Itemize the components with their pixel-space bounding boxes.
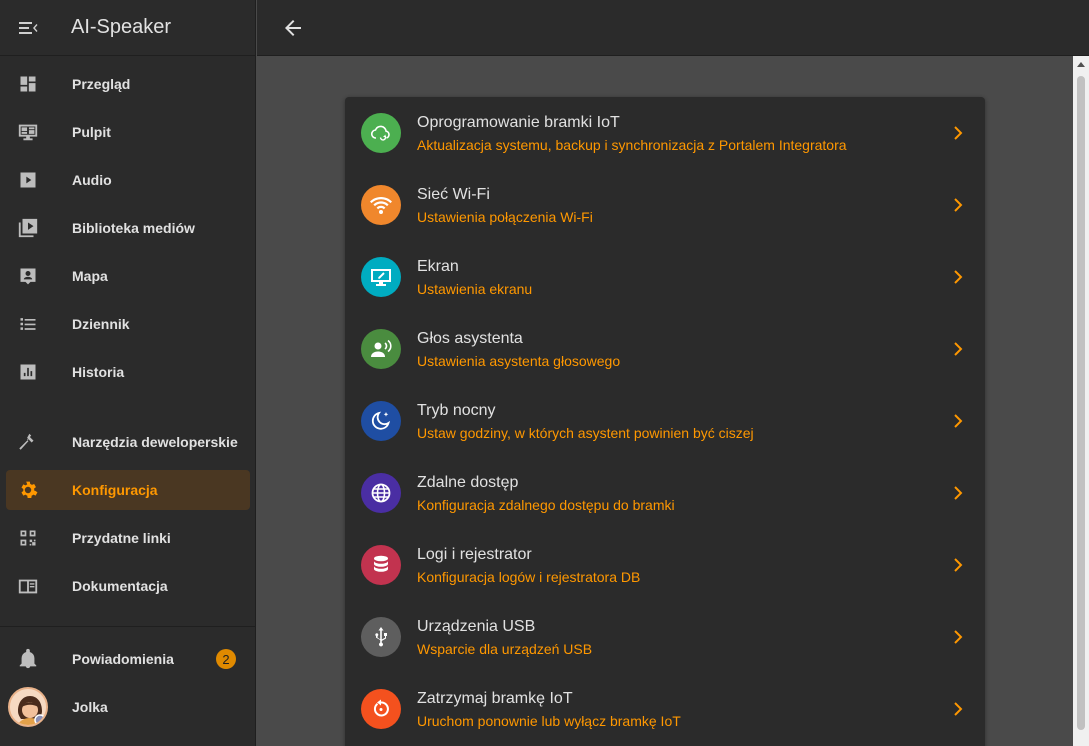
settings-row-tryb-nocny[interactable]: Tryb nocny Ustaw godziny, w których asys… xyxy=(345,385,985,457)
settings-row-oprogramowanie[interactable]: Oprogramowanie bramki IoT Aktualizacja s… xyxy=(345,97,985,169)
user-name: Jolka xyxy=(72,699,108,715)
play-box-icon xyxy=(16,168,40,192)
sidebar-item-label: Przydatne linki xyxy=(72,530,171,546)
row-subtitle: Konfiguracja zdalnego dostępu do bramki xyxy=(417,497,675,513)
sidebar-item-przeglad[interactable]: Przegląd xyxy=(0,64,256,104)
database-icon xyxy=(361,545,401,585)
chevron-right-icon xyxy=(954,270,963,284)
settings-row-wifi[interactable]: Sieć Wi-Fi Ustawienia połączenia Wi-Fi xyxy=(345,169,985,241)
row-subtitle: Ustawienia asystenta głosowego xyxy=(417,353,621,369)
row-subtitle: Wsparcie dla urządzeń USB xyxy=(417,641,593,657)
row-title: Głos asystenta xyxy=(417,330,523,347)
sidebar-item-label: Dziennik xyxy=(72,316,130,332)
qrcode-icon xyxy=(16,526,40,550)
menu-toggle-button[interactable] xyxy=(0,0,56,56)
sidebar: AI-Speaker Przegląd Pulpit Audio Bibliot… xyxy=(0,0,256,746)
sidebar-item-label: Konfiguracja xyxy=(72,482,158,498)
sidebar-item-powiadomienia[interactable]: Powiadomienia 2 xyxy=(0,639,256,679)
restart-icon xyxy=(361,689,401,729)
chevron-right-icon xyxy=(954,198,963,212)
row-subtitle: Ustawienia połączenia Wi-Fi xyxy=(417,209,593,225)
sidebar-item-historia[interactable]: Historia xyxy=(0,352,256,392)
sidebar-item-label: Powiadomienia xyxy=(72,651,174,667)
sidebar-item-mapa[interactable]: Mapa xyxy=(0,256,256,296)
row-title: Zdalne dostęp xyxy=(417,474,519,491)
row-title: Ekran xyxy=(417,258,459,275)
scroll-up-arrow-icon[interactable] xyxy=(1077,62,1085,67)
chevron-right-icon xyxy=(954,558,963,572)
monitor-edit-icon xyxy=(361,257,401,297)
chart-box-icon xyxy=(16,360,40,384)
chevron-right-icon xyxy=(954,630,963,644)
row-title: Logi i rejestrator xyxy=(417,546,532,563)
notification-count-badge: 2 xyxy=(216,649,236,669)
sidebar-item-label: Przegląd xyxy=(72,76,131,92)
play-box-multiple-icon xyxy=(16,216,40,240)
sidebar-item-audio[interactable]: Audio xyxy=(0,160,256,200)
scrollbar[interactable] xyxy=(1073,56,1089,746)
account-voice-icon xyxy=(361,329,401,369)
settings-row-zdalny-dostep[interactable]: Zdalne dostęp Konfiguracja zdalnego dost… xyxy=(345,457,985,529)
chevron-right-icon xyxy=(954,342,963,356)
row-subtitle: Konfiguracja logów i rejestratora DB xyxy=(417,569,641,585)
avatar xyxy=(8,687,48,727)
settings-row-glos[interactable]: Głos asystenta Ustawienia asystenta głos… xyxy=(345,313,985,385)
settings-row-zatrzymaj[interactable]: Zatrzymaj bramkę IoT Uruchom ponownie lu… xyxy=(345,673,985,745)
row-title: Urządzenia USB xyxy=(417,618,536,635)
sidebar-item-user[interactable]: Jolka xyxy=(0,687,256,727)
chevron-right-icon xyxy=(954,126,963,140)
row-subtitle: Ustaw godziny, w których asystent powini… xyxy=(417,425,754,441)
settings-card: Oprogramowanie bramki IoT Aktualizacja s… xyxy=(345,97,985,746)
back-arrow-icon[interactable] xyxy=(281,16,305,40)
book-open-icon xyxy=(16,574,40,598)
sidebar-item-label: Mapa xyxy=(72,268,108,284)
usb-icon xyxy=(361,617,401,657)
row-subtitle: Ustawienia ekranu xyxy=(417,281,533,297)
wifi-icon xyxy=(361,185,401,225)
sidebar-divider xyxy=(0,626,256,627)
cloud-sync-icon xyxy=(361,113,401,153)
moon-star-icon xyxy=(361,401,401,441)
dashboard-icon xyxy=(16,72,40,96)
sidebar-item-label: Historia xyxy=(72,364,125,380)
chevron-right-icon xyxy=(954,486,963,500)
settings-row-logi[interactable]: Logi i rejestrator Konfiguracja logów i … xyxy=(345,529,985,601)
sidebar-item-label: Pulpit xyxy=(72,124,111,140)
hammer-icon xyxy=(16,430,40,454)
format-list-bulleted-icon xyxy=(16,312,40,336)
row-title: Oprogramowanie bramki IoT xyxy=(417,114,620,131)
sidebar-header: AI-Speaker xyxy=(0,0,255,56)
chevron-right-icon xyxy=(954,702,963,716)
app-title: AI-Speaker xyxy=(71,16,172,38)
row-subtitle: Uruchom ponownie lub wyłącz bramkę IoT xyxy=(417,713,681,729)
main-content: Oprogramowanie bramki IoT Aktualizacja s… xyxy=(257,56,1073,746)
chevron-right-icon xyxy=(954,414,963,428)
sidebar-item-label: Narzędzia deweloperskie xyxy=(72,434,238,450)
top-bar xyxy=(257,0,1089,56)
sidebar-item-biblioteka[interactable]: Biblioteka mediów xyxy=(0,208,256,248)
scroll-thumb[interactable] xyxy=(1077,76,1085,730)
row-title: Sieć Wi-Fi xyxy=(417,186,490,203)
settings-row-usb[interactable]: Urządzenia USB Wsparcie dla urządzeń USB xyxy=(345,601,985,673)
monitor-dashboard-icon xyxy=(16,120,40,144)
menu-open-icon xyxy=(19,21,38,34)
sidebar-item-label: Dokumentacja xyxy=(72,578,168,594)
settings-row-ekran[interactable]: Ekran Ustawienia ekranu xyxy=(345,241,985,313)
sidebar-item-label: Biblioteka mediów xyxy=(72,220,195,236)
account-box-icon xyxy=(16,264,40,288)
cog-icon xyxy=(16,478,40,502)
sidebar-item-narzedzia[interactable]: Narzędzia deweloperskie xyxy=(0,422,256,462)
sidebar-item-konfiguracja[interactable]: Konfiguracja xyxy=(6,470,250,510)
sidebar-item-przydatne-linki[interactable]: Przydatne linki xyxy=(0,518,256,558)
sidebar-item-dokumentacja[interactable]: Dokumentacja xyxy=(0,566,256,606)
row-title: Zatrzymaj bramkę IoT xyxy=(417,690,573,707)
sidebar-item-dziennik[interactable]: Dziennik xyxy=(0,304,256,344)
sidebar-item-label: Audio xyxy=(72,172,112,188)
row-title: Tryb nocny xyxy=(417,402,496,419)
sidebar-item-pulpit[interactable]: Pulpit xyxy=(0,112,256,152)
bell-icon xyxy=(16,647,40,671)
row-subtitle: Aktualizacja systemu, backup i synchroni… xyxy=(417,137,847,153)
web-icon xyxy=(361,473,401,513)
